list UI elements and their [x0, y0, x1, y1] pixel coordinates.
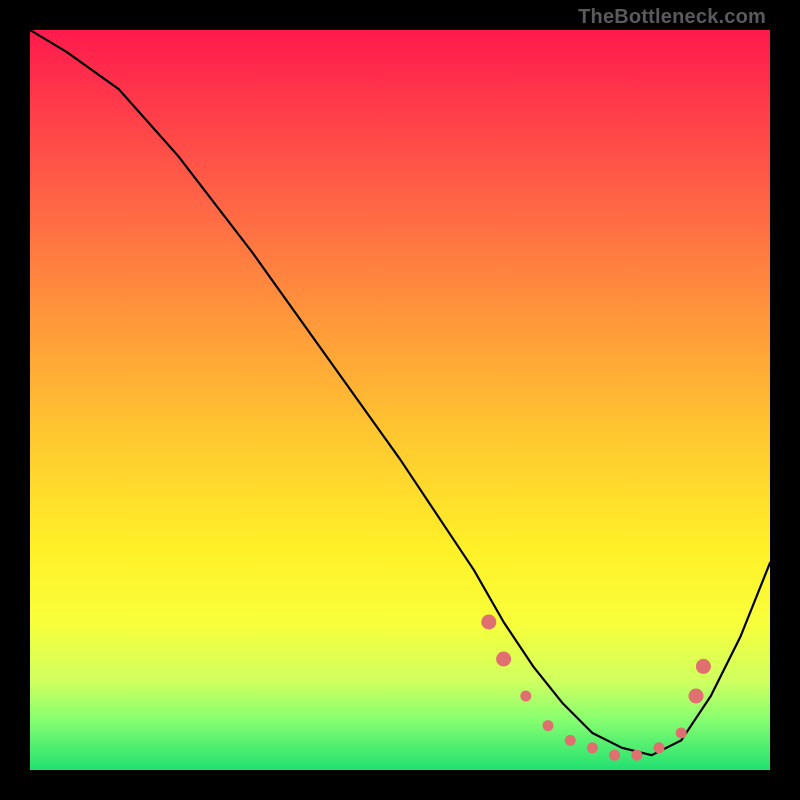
marker-dot — [696, 659, 711, 674]
plot-area — [30, 30, 770, 770]
marker-dot — [496, 652, 511, 667]
watermark-text: TheBottleneck.com — [578, 6, 766, 29]
marker-dot — [654, 742, 665, 753]
marker-group — [481, 615, 711, 761]
marker-dot — [565, 735, 576, 746]
chart-frame: TheBottleneck.com — [0, 0, 800, 800]
marker-dot — [520, 691, 531, 702]
marker-dot — [587, 742, 598, 753]
marker-dot — [676, 728, 687, 739]
marker-dot — [543, 720, 554, 731]
marker-dot — [481, 615, 496, 630]
bottleneck-curve — [30, 30, 770, 755]
chart-svg — [30, 30, 770, 770]
marker-dot — [689, 689, 704, 704]
marker-dot — [609, 750, 620, 761]
marker-dot — [631, 750, 642, 761]
